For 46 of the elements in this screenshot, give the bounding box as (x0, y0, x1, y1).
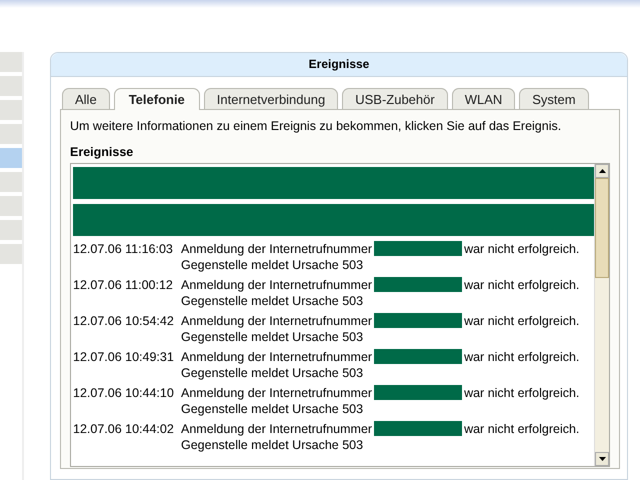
panel-title: Ereignisse (51, 53, 627, 77)
tab[interactable]: WLAN (452, 88, 516, 109)
list-label: Ereignisse (70, 145, 134, 159)
sidebar-item[interactable] (0, 244, 22, 264)
sidebar-item[interactable] (0, 196, 22, 216)
sidebar-item[interactable] (0, 100, 22, 120)
scroll-up-icon[interactable] (595, 164, 609, 178)
event-text: war nicht erfolgreich. (464, 313, 580, 329)
event-text: Anmeldung der Internetrufnummer (181, 277, 372, 293)
event-time: 12.07.06 11:00:12 (73, 277, 174, 294)
event-detail: Gegenstelle meldet Ursache 503 (181, 437, 364, 453)
tab[interactable]: USB-Zubehör (342, 88, 448, 109)
event-text: war nicht erfolgreich. (464, 277, 580, 293)
hint-text: Um weitere Informationen zu einem Ereignis zu bekommen, klicken Sie auf das Ereignis. (70, 119, 562, 133)
sidebar-item[interactable] (0, 124, 22, 144)
event-time: 12.07.06 11:16:03 (73, 241, 174, 258)
event-time: 12.07.06 10:54:42 (73, 313, 175, 330)
event-text: Anmeldung der Internetrufnummer (181, 385, 372, 401)
sidebar-item[interactable] (0, 148, 22, 168)
event-text: war nicht erfolgreich. (464, 421, 580, 437)
sidebar-item[interactable] (0, 52, 22, 72)
tab[interactable]: Alle (62, 88, 110, 109)
event-time: 12.07.06 10:44:02 (73, 421, 175, 438)
event-text: war nicht erfolgreich. (464, 241, 580, 257)
event-time: 12.07.06 10:44:10 (73, 385, 175, 402)
event-time: 12.07.06 10:49:31 (73, 349, 175, 366)
event-text: war nicht erfolgreich. (464, 385, 580, 401)
event-text: Anmeldung der Internetrufnummer (181, 241, 372, 257)
event-detail: Gegenstelle meldet Ursache 503 (181, 257, 364, 273)
event-detail: Gegenstelle meldet Ursache 503 (181, 293, 364, 309)
tab[interactable]: System (519, 88, 589, 109)
event-text: Anmeldung der Internetrufnummer (181, 313, 372, 329)
tab[interactable]: Telefonie (114, 88, 200, 110)
sidebar-item[interactable] (0, 172, 22, 192)
event-text: war nicht erfolgreich. (464, 349, 580, 365)
sidebar-item[interactable] (0, 76, 22, 96)
event-detail: Gegenstelle meldet Ursache 503 (181, 401, 364, 417)
tab[interactable]: Internetverbindung (204, 88, 338, 109)
scrollbar[interactable] (594, 164, 609, 466)
scroll-thumb[interactable] (595, 178, 609, 278)
scroll-down-icon[interactable] (595, 452, 609, 466)
event-text: Anmeldung der Internetrufnummer (181, 421, 372, 437)
sidebar-item[interactable] (0, 220, 22, 240)
event-detail: Gegenstelle meldet Ursache 503 (181, 329, 364, 345)
event-detail: Gegenstelle meldet Ursache 503 (181, 365, 364, 381)
event-text: Anmeldung der Internetrufnummer (181, 349, 372, 365)
